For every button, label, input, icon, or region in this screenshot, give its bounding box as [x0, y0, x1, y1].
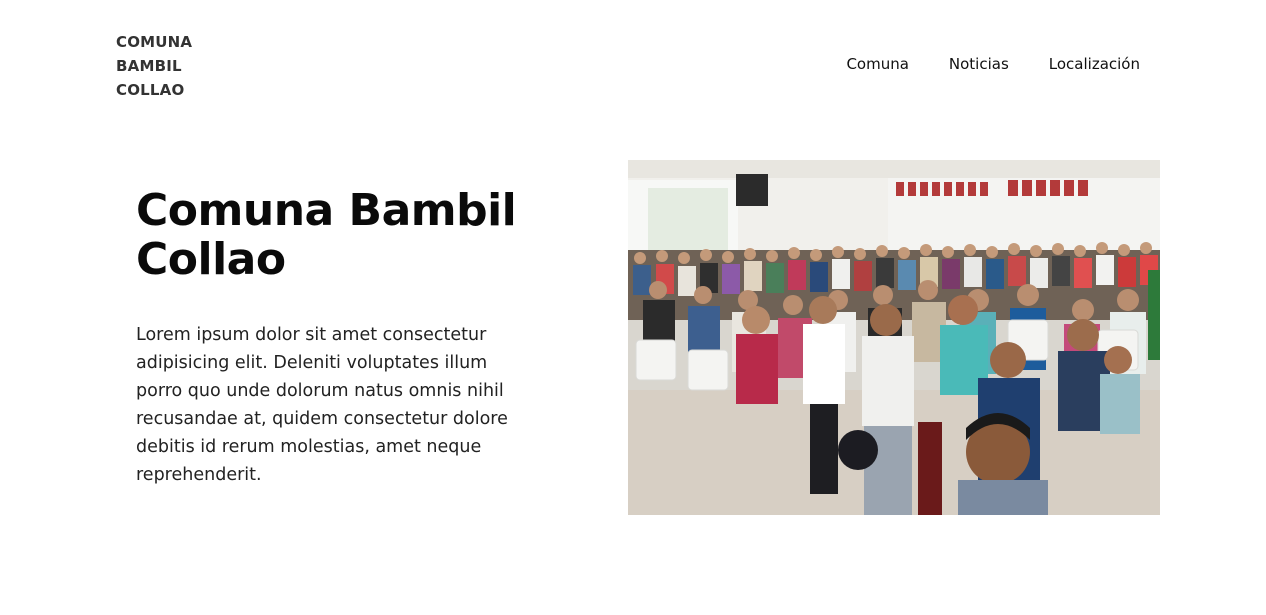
hero-title-line-1: Comuna Bambil: [136, 185, 517, 236]
main-nav: Comuna Noticias Localización: [846, 54, 1140, 74]
community-meeting-photo: [628, 160, 1160, 515]
nav-link-comuna[interactable]: Comuna: [846, 54, 908, 74]
logo-line-3: COLLAO: [116, 81, 185, 99]
hero-title-line-2: Collao: [136, 234, 286, 285]
nav-link-noticias[interactable]: Noticias: [949, 54, 1009, 74]
hero-description: Lorem ipsum dolor sit amet consectetur a…: [136, 325, 508, 485]
logo-line-1: COMUNA: [116, 33, 193, 51]
hero-title: Comuna Bambil Collao: [136, 186, 576, 284]
logo-line-2: BAMBIL: [116, 57, 182, 75]
site-logo[interactable]: COMUNA BAMBIL COLLAO: [116, 30, 192, 102]
meeting-photo-illustration: [628, 160, 1160, 515]
nav-link-localizacion[interactable]: Localización: [1049, 54, 1140, 74]
